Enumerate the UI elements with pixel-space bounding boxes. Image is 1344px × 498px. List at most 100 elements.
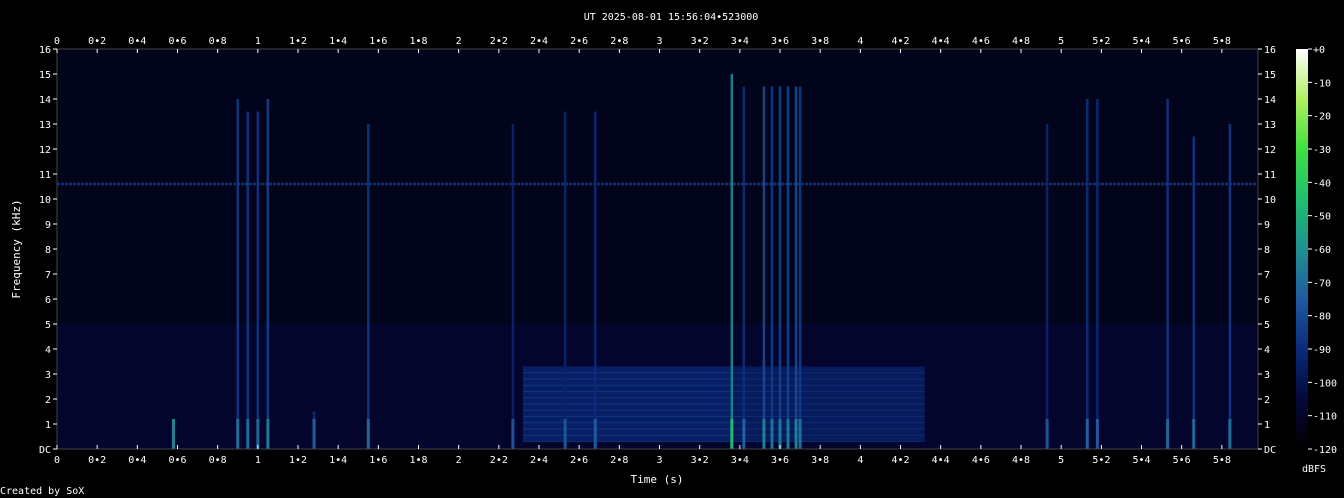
x-tick-label: 2•6 [570,36,588,47]
y-tick-label: 14 [39,95,51,106]
y-tick-label: 7 [1264,270,1270,281]
y-tick-label: 5 [1264,320,1270,331]
y-tick-label: 8 [1264,245,1270,256]
colorbar-tick-label: -50 [1313,212,1331,223]
x-tick-label: 1•4 [329,455,347,466]
colorbar-tick-label: -10 [1313,78,1331,89]
x-tick-label: 3•8 [811,36,829,47]
x-tick-label: 3•4 [731,36,749,47]
colorbar-tick-label: -120 [1313,445,1337,456]
y-tick-label: 9 [1264,220,1270,231]
x-tick-label: 4•6 [972,36,990,47]
colorbar-tick-label: -70 [1313,278,1331,289]
x-tick-label: 0•4 [128,455,146,466]
x-tick-label: 5•8 [1213,36,1231,47]
x-tick-label: 5•2 [1092,36,1110,47]
x-tick-label: 3•2 [691,36,709,47]
y-ticks-left: DC12345678910111213141516 [39,45,57,456]
x-tick-label: 2•8 [610,36,628,47]
x-tick-label: 1•8 [409,455,427,466]
y-tick-label: 16 [39,45,51,56]
x-axis-label: Time (s) [631,473,684,486]
y-ticks-right: DC12345678910111213141516 [1258,45,1276,456]
y-tick-label: 6 [45,295,51,306]
y-tick-label: 11 [1264,170,1276,181]
y-tick-label: 15 [39,70,51,81]
x-tick-label: 5•8 [1213,455,1231,466]
x-tick-label: 0•8 [209,455,227,466]
x-tick-label: 4•6 [972,455,990,466]
y-tick-label: 12 [39,145,51,156]
x-tick-label: 3 [656,36,662,47]
colorbar-label: dBFS [1302,464,1326,475]
x-tick-label: 2•6 [570,455,588,466]
colorbar-tick-label: -60 [1313,245,1331,256]
x-tick-label: 3 [656,455,662,466]
y-tick-label: 7 [45,270,51,281]
y-axis-label: Frequency (kHz) [10,199,23,298]
x-tick-label: 0 [54,455,60,466]
x-tick-label: 0•2 [88,455,106,466]
y-tick-label: 10 [1264,195,1276,206]
y-tick-label: 13 [1264,120,1276,131]
x-tick-label: 5 [1058,36,1064,47]
colorbar-tick-label: -30 [1313,145,1331,156]
x-tick-label: 2•4 [530,36,548,47]
x-tick-label: 2 [456,36,462,47]
x-tick-label: 0•6 [168,455,186,466]
x-tick-label: 1 [255,36,261,47]
x-tick-label: 1•6 [369,36,387,47]
x-tick-label: 3•6 [771,455,789,466]
colorbar-ticks: +0 -10 -20 -30 -40 -50 -60 -70 -80 -90 -100 -110 -12… [1308,45,1337,456]
x-tick-label: 5•6 [1173,36,1191,47]
x-tick-label: 3•2 [691,455,709,466]
y-tick-label: 13 [39,120,51,131]
y-tick-label: 6 [1264,295,1270,306]
colorbar-tick-label: -80 [1313,312,1331,323]
x-tick-label: 4•4 [932,36,950,47]
y-tick-label: 3 [45,370,51,381]
y-tick-label: 8 [45,245,51,256]
colorbar-tick-label: -90 [1313,345,1331,356]
x-tick-label: 2•2 [490,36,508,47]
x-tick-label: 5•6 [1173,455,1191,466]
x-tick-label: 2•4 [530,455,548,466]
colorbar [1296,49,1308,449]
x-tick-label: 4 [857,36,863,47]
x-tick-label: 0•6 [168,36,186,47]
y-tick-label: 1 [1264,420,1270,431]
y-tick-label: 16 [1264,45,1276,56]
x-tick-label: 0 [54,36,60,47]
x-tick-label: 3•4 [731,455,749,466]
colorbar-tick-label: -40 [1313,178,1331,189]
x-tick-label: 5 [1058,455,1064,466]
y-tick-label: DC [39,445,51,456]
x-tick-label: 3•6 [771,36,789,47]
spectrogram-chart: UT 2025-08-01 15:56:04•523000 0 0•2 0•4 0•6… [0,12,1337,497]
y-tick-label: 14 [1264,95,1276,106]
x-tick-label: 4•2 [891,36,909,47]
y-tick-label: 2 [1264,395,1270,406]
x-tick-label: 4•2 [891,455,909,466]
x-tick-label: 2•2 [490,455,508,466]
x-tick-label: 5•2 [1092,455,1110,466]
footer-credit: Created by SoX [0,486,84,497]
chart-title: UT 2025-08-01 15:56:04•523000 [584,12,759,23]
x-tick-label: 1•2 [289,455,307,466]
x-tick-label: 4 [857,455,863,466]
colorbar-tick-label: +0 [1313,45,1325,56]
y-tick-label: 15 [1264,70,1276,81]
y-tick-label: 11 [39,170,51,181]
x-tick-label: 0•4 [128,36,146,47]
y-tick-label: 3 [1264,370,1270,381]
y-tick-label: DC [1264,445,1276,456]
colorbar-tick-label: -20 [1313,112,1331,123]
x-tick-label: 1•6 [369,455,387,466]
x-tick-label: 1•8 [409,36,427,47]
x-tick-label: 5•4 [1132,455,1150,466]
colorbar-tick-label: -100 [1313,378,1337,389]
x-tick-label: 5•4 [1132,36,1150,47]
y-tick-label: 10 [39,195,51,206]
x-tick-label: 1•2 [289,36,307,47]
x-tick-label: 1 [255,455,261,466]
